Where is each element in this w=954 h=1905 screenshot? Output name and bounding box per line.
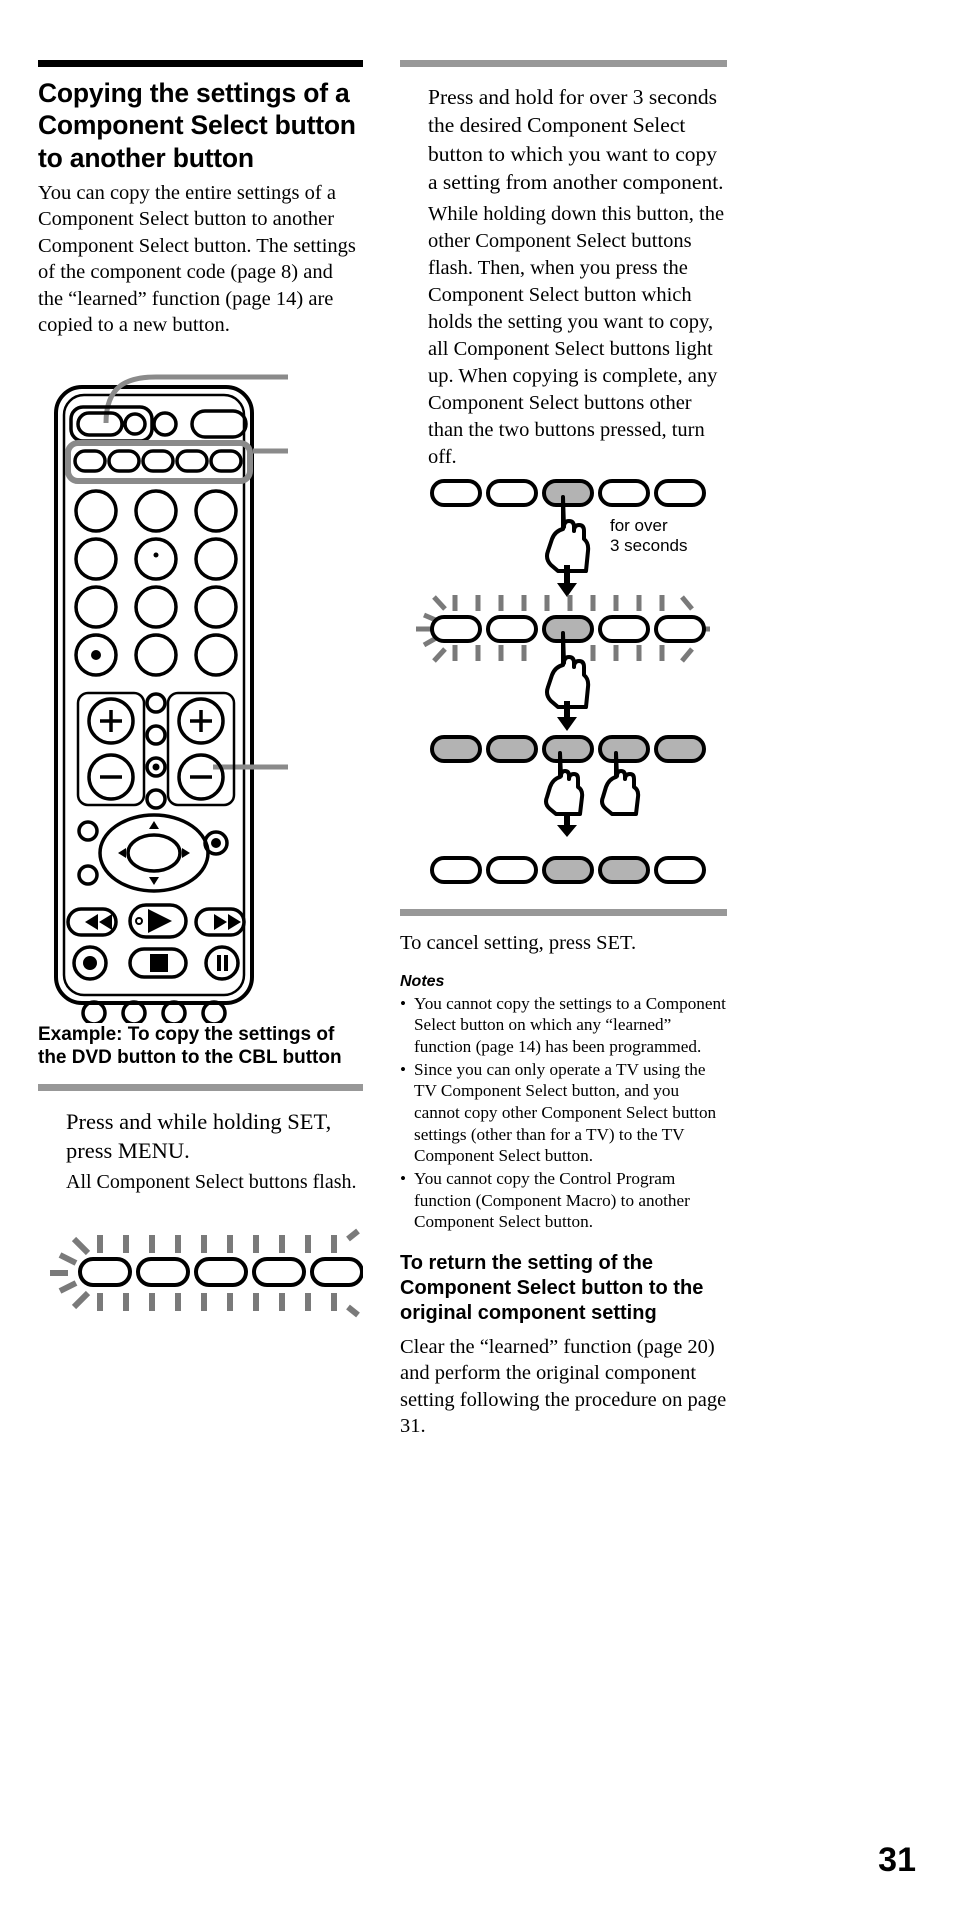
- remote-control-illustration: [38, 363, 363, 1023]
- page-number: 31: [878, 1841, 916, 1879]
- left-step-block: Press and while holding SET, press MENU.…: [66, 1107, 363, 1195]
- example-rule: [38, 1084, 363, 1092]
- example-heading: Example: To copy the settings of the DVD…: [38, 1023, 342, 1069]
- step-sub-text: All Component Select buttons flash.: [66, 1170, 357, 1193]
- cancel-setting-text: To cancel setting, press SET.: [400, 931, 637, 954]
- section-top-rule: [38, 60, 363, 67]
- hold-label-line1: for over: [610, 516, 668, 535]
- hold-label-line2: 3 seconds: [610, 536, 688, 555]
- note-item: You cannot copy the Control Program func…: [400, 1168, 727, 1233]
- return-setting-text: Clear the “learned” function (page 20) a…: [400, 1336, 727, 1438]
- final-state-diagram: [400, 854, 727, 895]
- all-buttons-flash-diagram: [38, 1217, 364, 1334]
- step-1-text: Press and hold for over 3 seconds the de…: [428, 85, 724, 195]
- notes-list: You cannot copy the settings to a Compon…: [400, 993, 727, 1233]
- left-column: Copying the settings of a Component Sele…: [38, 60, 364, 1334]
- right-top-rule: [400, 60, 727, 67]
- page-title: Copying the settings of a Component Sele…: [38, 78, 356, 173]
- note-item: You cannot copy the settings to a Compon…: [400, 993, 727, 1058]
- right-column: Press and hold for over 3 seconds the de…: [400, 60, 727, 1440]
- right-step-1-block: Press and hold for over 3 seconds the de…: [428, 83, 727, 471]
- right-mid-rule: [400, 908, 727, 916]
- return-setting-heading: To return the setting of the Component S…: [400, 1252, 704, 1324]
- copy-sequence-diagram: for over 3 seconds: [400, 477, 727, 852]
- intro-paragraph: You can copy the entire settings of a Co…: [38, 181, 356, 337]
- step-2-text: While holding down this button, the othe…: [428, 202, 725, 468]
- notes-heading: Notes: [400, 972, 445, 990]
- manual-page: Copying the settings of a Component Sele…: [0, 0, 954, 1905]
- note-item: Since you can only operate a TV using th…: [400, 1059, 727, 1167]
- step-lead-text: Press and while holding SET, press MENU.: [66, 1109, 332, 1164]
